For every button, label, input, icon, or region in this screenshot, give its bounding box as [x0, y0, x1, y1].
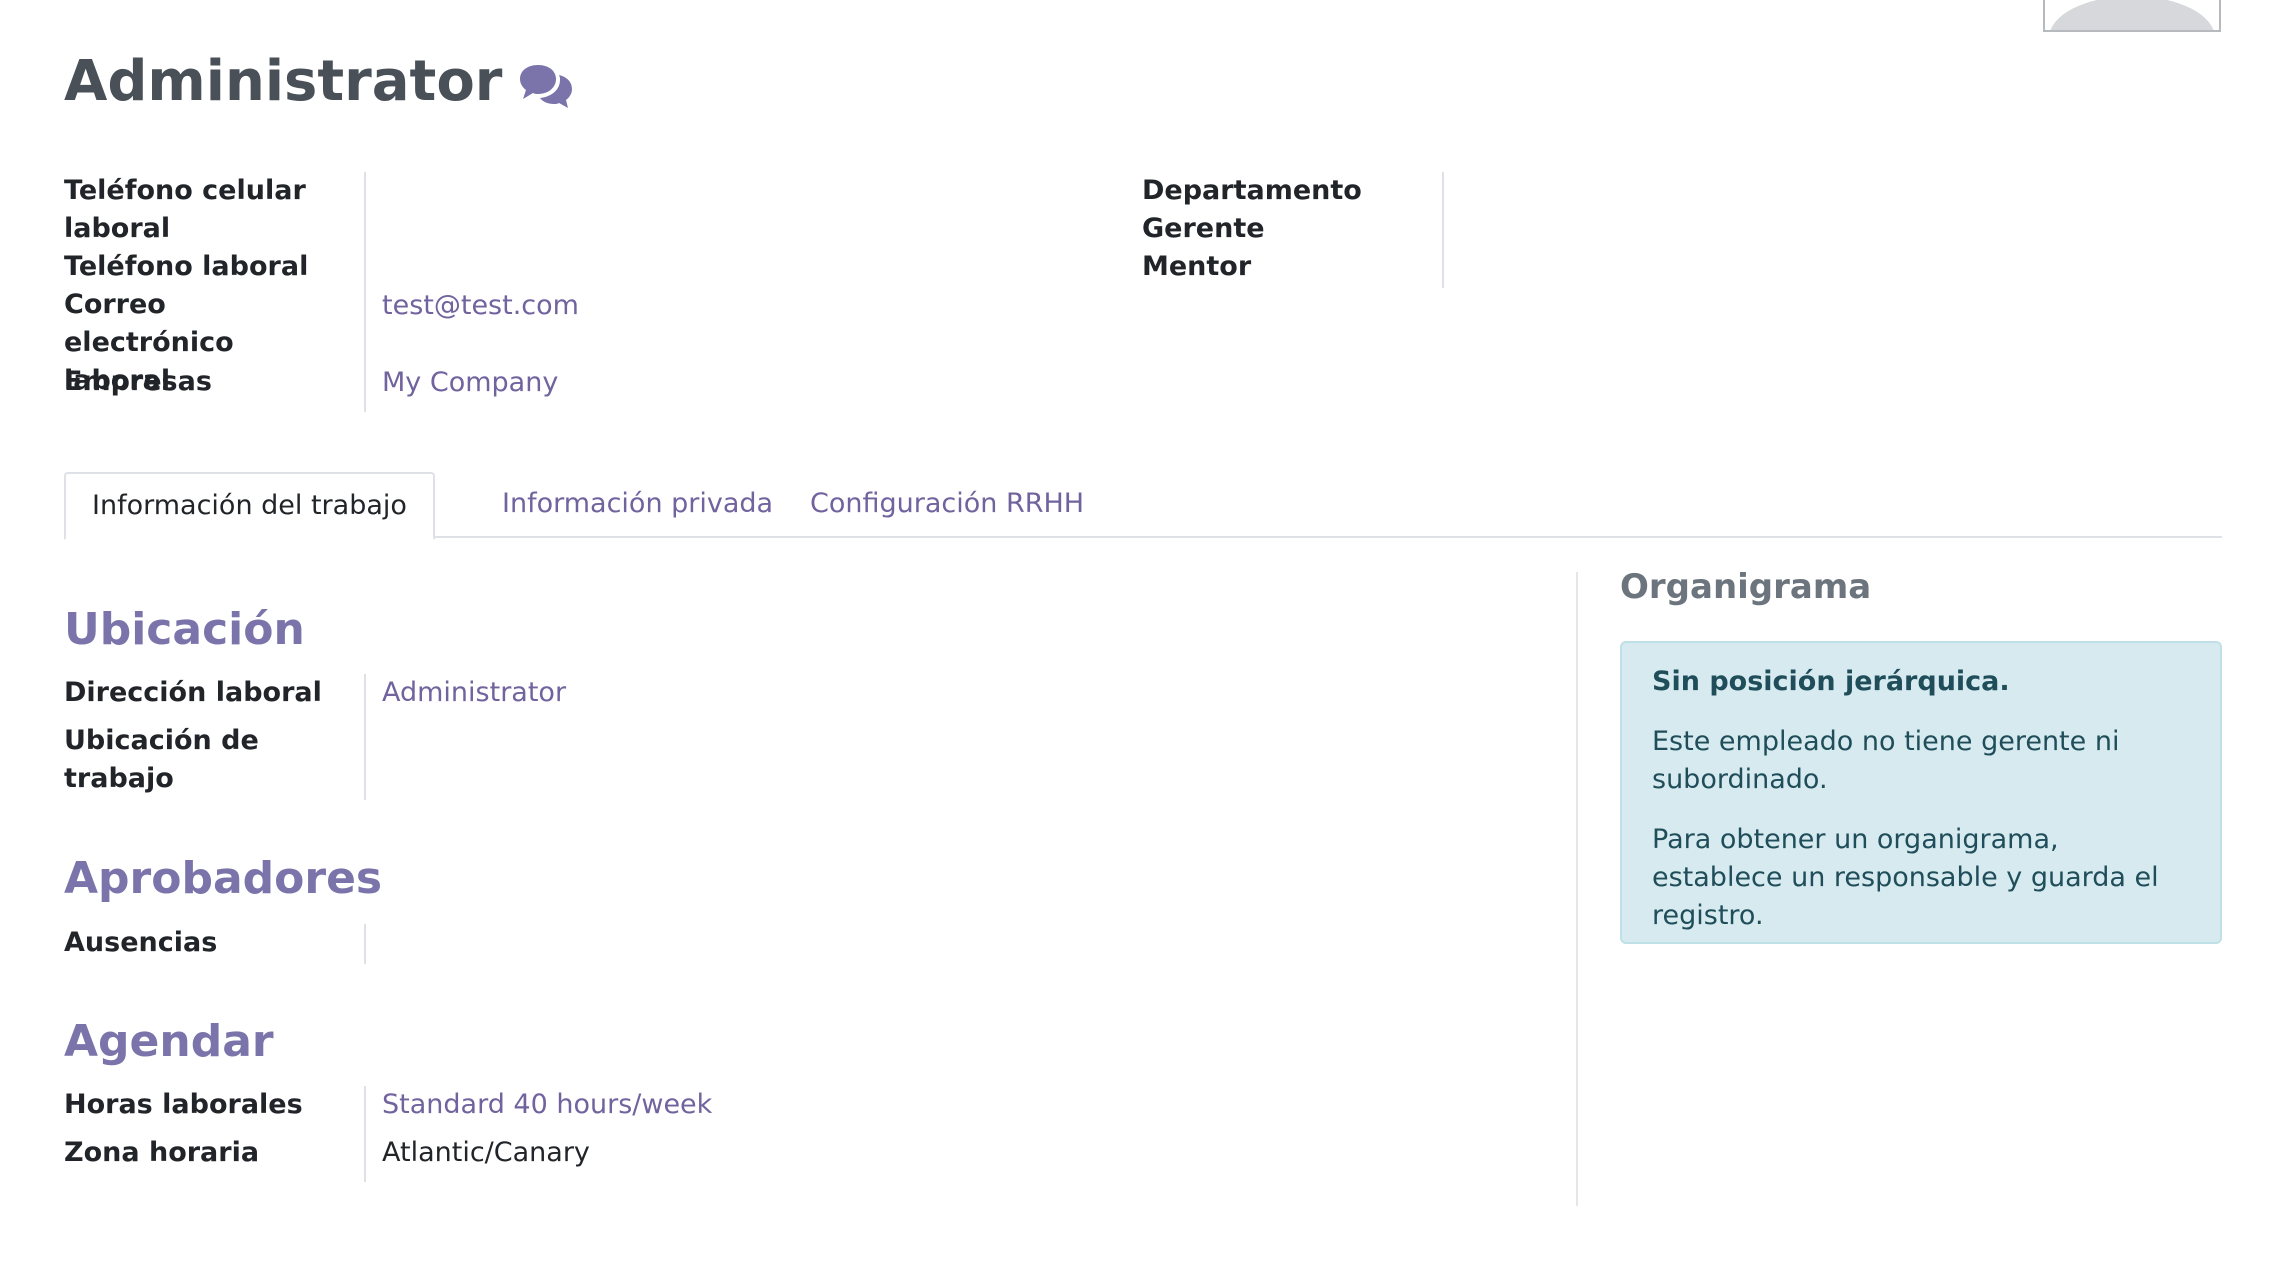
tab-private-information[interactable]: Información privada — [476, 472, 799, 538]
org-alert-line-1: Este empleado no tiene gerente ni subord… — [1652, 726, 2120, 795]
location-section-title: Ubicación — [64, 604, 305, 655]
work-address-field[interactable]: Administrator — [382, 674, 566, 712]
org-alert-title: Sin posición jerárquica. — [1652, 666, 2010, 697]
timezone-field[interactable]: Atlantic/Canary — [382, 1134, 590, 1172]
working-hours-label: Horas laborales — [64, 1089, 303, 1120]
schedule-divider — [364, 1086, 366, 1182]
approvers-divider — [364, 924, 366, 964]
contact-divider — [364, 172, 366, 412]
employee-avatar[interactable] — [2043, 0, 2221, 32]
org-alert-line-2: Para obtener un organigrama, establece u… — [1652, 824, 2159, 931]
schedule-section-title: Agendar — [64, 1016, 274, 1067]
location-divider — [364, 674, 366, 800]
manager-label: Gerente — [1142, 213, 1265, 244]
employee-name: Administrator — [64, 49, 503, 114]
company-label: Empresas — [64, 366, 212, 397]
page-title: Administrator — [64, 46, 574, 118]
work-email-field[interactable]: test@test.com — [382, 287, 579, 325]
work-address-label: Dirección laboral — [64, 677, 322, 708]
working-hours-field[interactable]: Standard 40 hours/week — [382, 1086, 712, 1124]
approvers-section-title: Aprobadores — [64, 853, 383, 904]
org-chart-title: Organigrama — [1620, 567, 1872, 607]
manager-divider — [1442, 172, 1444, 288]
timezone-label: Zona horaria — [64, 1137, 260, 1168]
work-location-label: Ubicación de trabajo — [64, 725, 259, 794]
avatar-placeholder-icon — [2049, 0, 2215, 30]
notebook-tabs: Información del trabajo Información priv… — [64, 472, 2222, 540]
tab-work-information[interactable]: Información del trabajo — [64, 472, 435, 540]
department-label: Departamento — [1142, 175, 1362, 206]
comments-icon[interactable] — [518, 61, 574, 109]
work-phone-label: Teléfono laboral — [64, 251, 309, 282]
company-field[interactable]: My Company — [382, 364, 558, 402]
content-column-divider — [1576, 572, 1578, 1206]
mobile-phone-label: Teléfono celular laboral — [64, 175, 306, 244]
coach-label: Mentor — [1142, 251, 1252, 282]
org-chart-alert: Sin posición jerárquica. Este empleado n… — [1620, 641, 2222, 944]
leave-approver-label: Ausencias — [64, 927, 218, 958]
tab-hr-settings[interactable]: Configuración RRHH — [784, 472, 1110, 538]
